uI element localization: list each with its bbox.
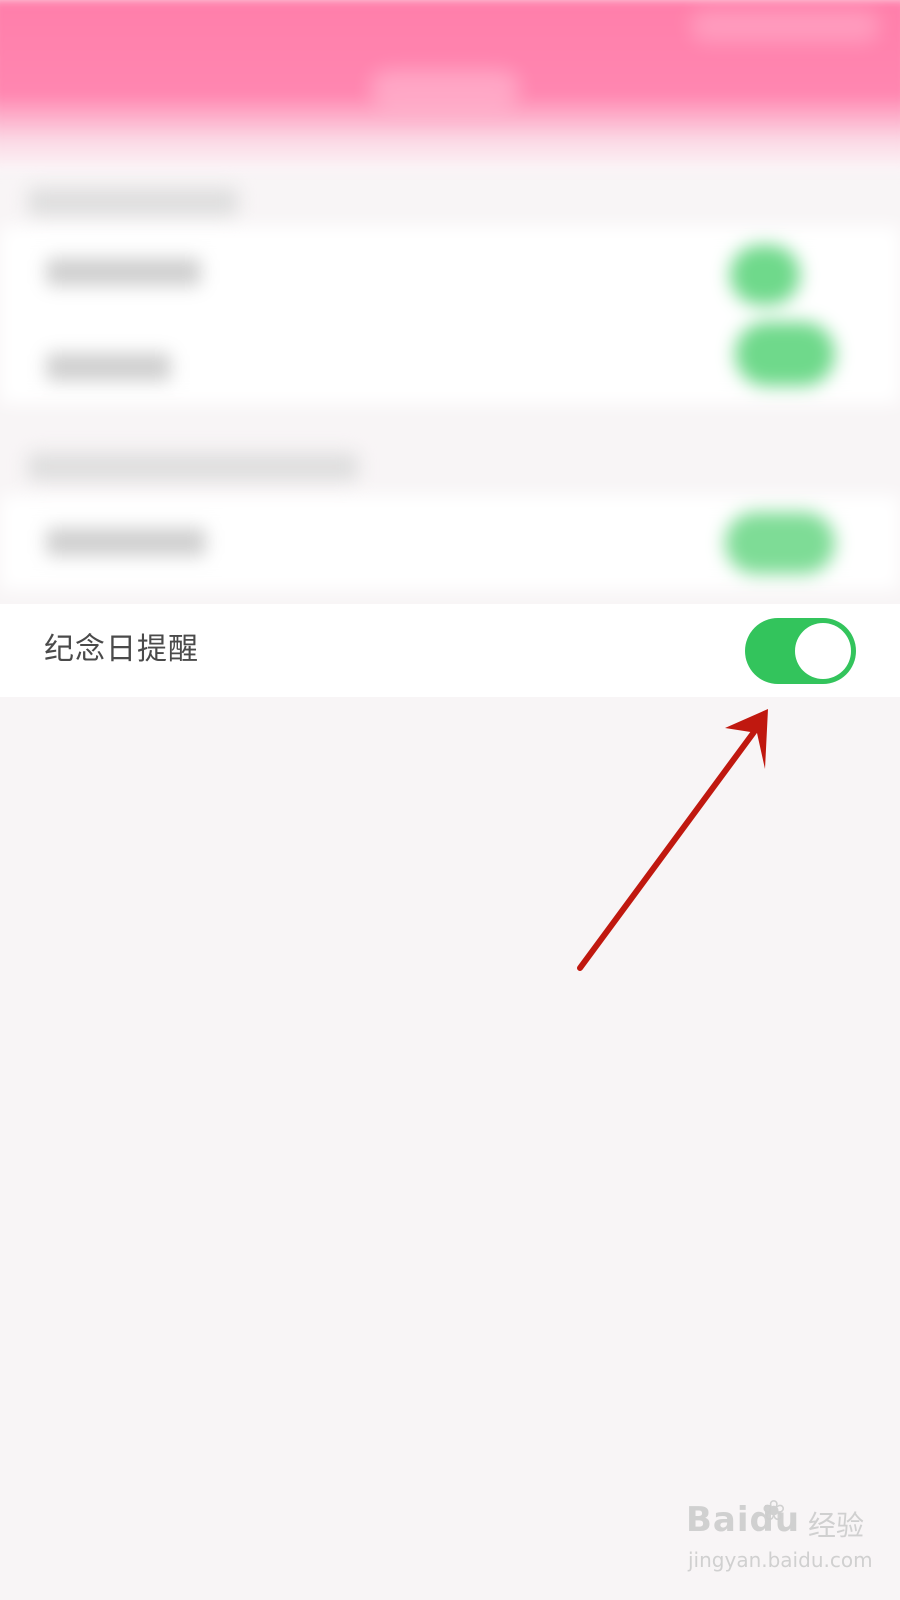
arrow-icon xyxy=(577,709,768,971)
watermark-url: jingyan.baidu.com xyxy=(688,1548,873,1572)
watermark-brand: 经验 xyxy=(808,1509,865,1542)
paw-icon: ❀ xyxy=(762,1494,786,1527)
baidu-jingyan-watermark: Baidu ❀ 经验 jingyan.baidu.com xyxy=(686,1494,873,1580)
